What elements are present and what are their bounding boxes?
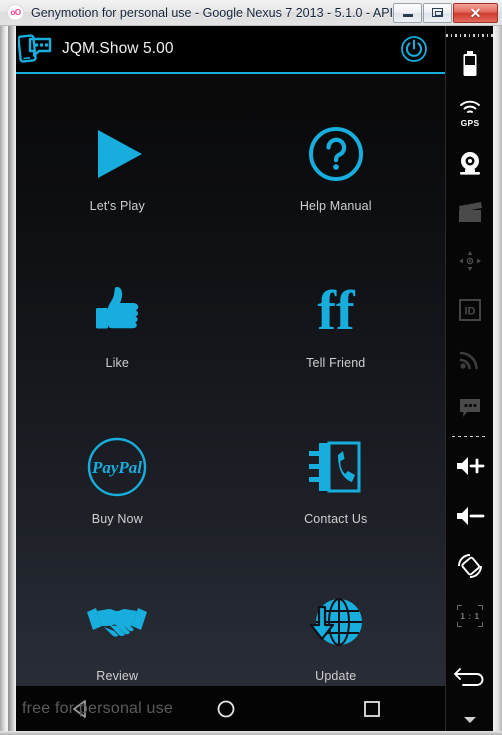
sms-icon[interactable]	[446, 383, 494, 432]
phone-book-icon	[301, 436, 371, 498]
maximize-icon	[432, 8, 443, 17]
rotate-screen-icon[interactable]	[446, 541, 494, 591]
jqm-show-logo-icon	[17, 34, 52, 64]
window-bottom-bezel	[0, 731, 502, 735]
window-title: Genymotion for personal use - Google Nex…	[31, 5, 392, 20]
device-screen: JQM.Show 5.00 Let's Play Help Manual Lik…	[8, 26, 445, 731]
maximize-button[interactable]	[423, 2, 452, 23]
question-mark-circle-icon	[301, 123, 371, 185]
identifiers-icon[interactable]: ID	[446, 285, 494, 334]
power-icon[interactable]	[399, 34, 429, 64]
genymotion-window: oO Genymotion for personal use - Google …	[0, 0, 502, 735]
tile-label: Buy Now	[91, 512, 143, 527]
network-icon[interactable]	[446, 334, 494, 383]
ff-letters-icon: ff	[301, 280, 371, 342]
window-controls: ✕	[392, 2, 498, 23]
toolbar-divider	[452, 436, 487, 437]
tile-label: Update	[315, 668, 357, 683]
tile-label: Tell Friend	[306, 355, 366, 370]
app-title: JQM.Show 5.00	[62, 40, 174, 57]
app-header: JQM.Show 5.00	[8, 26, 445, 74]
volume-down-icon[interactable]	[446, 491, 494, 541]
android-navigation-bar: free for personal use	[8, 686, 445, 731]
tile-like[interactable]: Like	[8, 247, 227, 404]
device-left-bezel	[8, 26, 16, 731]
window-body: JQM.Show 5.00 Let's Play Help Manual Lik…	[0, 26, 502, 735]
ratio-frame: 1 : 1	[456, 603, 484, 629]
svg-text:PayPal: PayPal	[91, 458, 142, 477]
nav-home-button[interactable]	[196, 686, 256, 731]
battery-icon[interactable]	[446, 40, 494, 89]
tile-contact-us[interactable]: Contact Us	[227, 403, 446, 560]
handshake-icon	[82, 593, 152, 655]
paypal-circle-icon: PayPal	[82, 436, 152, 498]
chevron-down-icon[interactable]	[446, 711, 494, 729]
tile-buy-now[interactable]: PayPal Buy Now	[8, 403, 227, 560]
window-right-bezel	[493, 26, 502, 735]
close-icon: ✕	[469, 4, 482, 21]
camera-icon[interactable]	[446, 138, 494, 187]
tile-label: Help Manual	[299, 199, 372, 214]
ratio-label: 1 : 1	[460, 611, 480, 621]
tile-label: Review	[96, 668, 139, 683]
tile-label: Contact Us	[304, 512, 368, 527]
clapperboard-icon[interactable]	[446, 187, 494, 236]
svg-text:ff: ff	[317, 282, 356, 340]
thumbs-up-icon	[82, 280, 152, 342]
tile-label: Like	[105, 355, 130, 370]
genymotion-logo-text: oO	[10, 7, 21, 17]
nav-recents-button[interactable]	[342, 686, 402, 731]
gps-label: GPS	[460, 118, 480, 128]
app-tile-grid: Let's Play Help Manual Like ff Tell Frie…	[8, 76, 445, 716]
window-left-bezel	[0, 26, 8, 735]
tile-label: Let's Play	[89, 199, 145, 214]
globe-download-icon	[301, 593, 371, 655]
genymotion-logo-icon: oO	[7, 4, 24, 21]
zoom-ratio-icon[interactable]: 1 : 1	[446, 591, 494, 641]
tile-lets-play[interactable]: Let's Play	[8, 90, 227, 247]
genymotion-toolbar: GPS ID 1: 1	[445, 26, 494, 735]
play-triangle-icon	[82, 123, 152, 185]
toolbar-drag-handle-top[interactable]	[446, 30, 494, 40]
gps-icon[interactable]: GPS	[446, 89, 494, 138]
dpad-icon[interactable]	[446, 236, 494, 285]
close-button[interactable]: ✕	[453, 2, 498, 23]
nav-back-button[interactable]	[51, 686, 111, 731]
minimize-button[interactable]	[393, 2, 422, 23]
tile-help-manual[interactable]: Help Manual	[227, 90, 446, 247]
back-arrow-icon[interactable]	[446, 649, 494, 699]
tile-tell-friend[interactable]: ff Tell Friend	[227, 247, 446, 404]
window-titlebar[interactable]: oO Genymotion for personal use - Google …	[0, 0, 502, 26]
svg-text:ID: ID	[465, 305, 476, 317]
volume-up-icon[interactable]	[446, 441, 494, 491]
minimize-icon	[402, 14, 413, 17]
